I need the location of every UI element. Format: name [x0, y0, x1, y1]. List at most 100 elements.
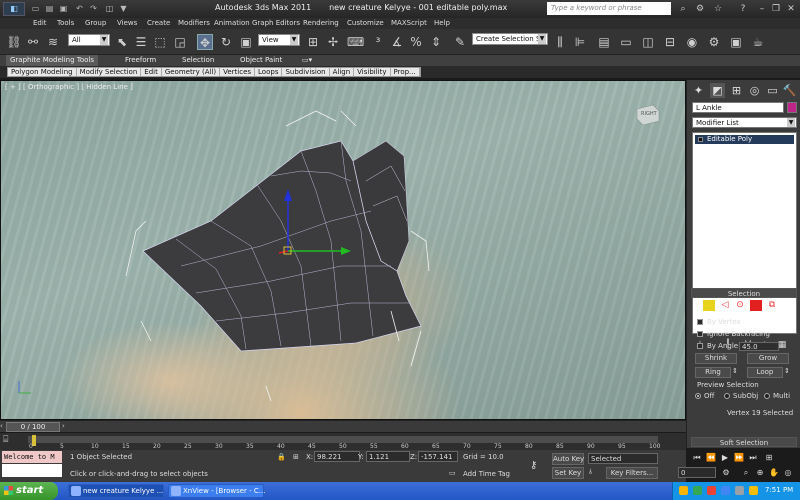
ring-button[interactable]: Ring [695, 367, 731, 378]
help-icon[interactable]: ? [737, 3, 749, 15]
volume-icon[interactable] [749, 486, 758, 495]
new-file-icon[interactable]: ▭ [30, 3, 41, 14]
display-tab-icon[interactable]: ▭ [765, 83, 780, 98]
app-menu-button[interactable]: ◧ [3, 2, 25, 16]
named-selection-edit-icon[interactable]: ✎ [452, 34, 468, 50]
keyboard-shortcut-icon[interactable]: ⌨ [347, 34, 364, 50]
modify-tab-icon[interactable]: ◩ [710, 83, 725, 98]
select-by-name-icon[interactable]: ☰ [133, 34, 149, 50]
stack-item-editable-poly[interactable]: Editable Poly [695, 135, 794, 144]
mini-curve-editor-icon[interactable]: ⌸ [3, 435, 17, 445]
menu-edit[interactable]: Edit [33, 19, 47, 27]
pivot-center-icon[interactable]: ⊞ [305, 34, 321, 50]
track-bar-strip[interactable] [28, 436, 658, 443]
panel-visibility[interactable]: Visibility [354, 68, 391, 76]
restore-icon[interactable]: ❐ [770, 3, 782, 15]
menu-group[interactable]: Group [85, 19, 106, 27]
open-file-icon[interactable]: ▤ [44, 3, 55, 14]
by-vertex-checkbox[interactable] [697, 319, 703, 325]
next-frame-arrow-icon[interactable]: › [62, 422, 70, 432]
go-to-end-icon[interactable]: ⏭ [747, 452, 759, 464]
select-object-icon[interactable]: ⬉ [114, 34, 130, 50]
key-filters-button[interactable]: Key Filters... [606, 467, 658, 479]
window-crossing-icon[interactable]: ◲ [172, 34, 188, 50]
element-mode-icon[interactable]: ⧉ [766, 300, 778, 311]
curve-editor-icon[interactable]: ◫ [640, 34, 656, 50]
z-coordinate-field[interactable]: -157.141 [418, 451, 458, 462]
taskbar-item-3dsmax[interactable]: new creature Kelyye ... [68, 484, 164, 498]
track-bar[interactable]: ⌸ 0 5 10 15 20 25 30 35 40 45 50 55 60 65 70 75 80 85 90 95… [0, 432, 686, 450]
utilities-tab-icon[interactable]: 🔨 [782, 83, 797, 98]
menu-graph-editors[interactable]: Graph Editors [252, 19, 300, 27]
polygon-mode-icon[interactable] [750, 300, 762, 311]
render-setup-icon[interactable]: ⚙ [706, 34, 722, 50]
time-tag-icon[interactable]: ▭ [449, 469, 456, 477]
create-tab-icon[interactable]: ✦ [691, 83, 706, 98]
x-coordinate-field[interactable]: 98.221 [314, 451, 360, 462]
expand-icon[interactable] [698, 137, 703, 142]
prev-key-icon[interactable]: ⏪ [705, 452, 717, 464]
menu-customize[interactable]: Customize [347, 19, 384, 27]
by-angle-spinner[interactable]: 45.0 [739, 342, 779, 351]
redo-icon[interactable]: ↷ [88, 3, 99, 14]
grow-button[interactable]: Grow [747, 353, 789, 364]
tray-icon[interactable] [721, 486, 730, 495]
snaps-toggle-icon[interactable]: ³ [370, 34, 386, 50]
bind-space-warp-icon[interactable]: ≋ [45, 34, 61, 50]
by-angle-checkbox[interactable] [697, 343, 703, 349]
motion-tab-icon[interactable]: ◎ [747, 83, 762, 98]
edge-mode-icon[interactable]: ◁ [719, 300, 731, 311]
undo-icon[interactable]: ↶ [74, 3, 85, 14]
preview-off-radio[interactable] [695, 393, 701, 399]
unlink-icon[interactable]: ⚯ [25, 34, 41, 50]
start-button[interactable]: start [0, 482, 58, 500]
preview-subobj-radio[interactable] [724, 393, 730, 399]
modifier-list-dropdown[interactable]: Modifier List ▼ [692, 117, 797, 128]
layer-manager-icon[interactable]: ▤ [596, 34, 612, 50]
taskbar-item-xnview[interactable]: XnView - [Browser - C... [168, 484, 265, 498]
maxscript-listener[interactable]: Welcome to M [2, 451, 62, 463]
selection-filter-dropdown[interactable]: All ▼ [68, 34, 110, 46]
project-folder-icon[interactable]: ▼ [118, 3, 129, 14]
named-selection-dropdown[interactable]: Create Selection Se ▼ [472, 33, 548, 45]
key-mode-dropdown[interactable]: Selected [588, 453, 658, 464]
scale-icon[interactable]: ▣ [238, 34, 254, 50]
menu-help[interactable]: Help [434, 19, 450, 27]
close-icon[interactable]: ✕ [785, 3, 797, 15]
time-slider-handle[interactable]: 0 / 100 [6, 422, 60, 432]
viewcube[interactable]: RIGHT [633, 103, 661, 127]
zoom-all-icon[interactable]: ⊕ [754, 467, 766, 479]
menu-views[interactable]: Views [117, 19, 137, 27]
tray-icon[interactable] [707, 486, 716, 495]
hold-icon[interactable]: ◫ [104, 3, 115, 14]
orbit-icon[interactable]: ◎ [782, 467, 794, 479]
panel-geometry-all[interactable]: Geometry (All) [162, 68, 221, 76]
current-frame-field[interactable]: 0 [678, 467, 716, 478]
select-manipulate-icon[interactable]: ✢ [325, 34, 341, 50]
tab-freeform[interactable]: Freeform [125, 56, 156, 64]
panel-loops[interactable]: Loops [255, 68, 283, 76]
render-production-icon[interactable]: ☕ [750, 34, 766, 50]
viewport-label[interactable]: [ + ] [ Orthographic ] [ Hidden Line ] [5, 83, 133, 91]
lock-selection-icon[interactable]: 🔒 [277, 453, 286, 461]
graphite-toggle-icon[interactable]: ▭ [618, 34, 634, 50]
menu-rendering[interactable]: Rendering [303, 19, 339, 27]
reference-coord-dropdown[interactable]: View ▼ [258, 34, 300, 46]
rendered-frame-icon[interactable]: ▣ [728, 34, 744, 50]
next-key-icon[interactable]: ⏩ [733, 452, 745, 464]
spinner-snap-icon[interactable]: ⇕ [428, 34, 444, 50]
set-key-button[interactable]: Set Key [552, 467, 584, 479]
soft-selection-rollout-header[interactable]: Soft Selection [691, 437, 797, 447]
menu-modifiers[interactable]: Modifiers [178, 19, 210, 27]
clock[interactable]: 7:51 PM [765, 486, 793, 494]
rect-selection-icon[interactable]: ⬚ [152, 34, 168, 50]
tray-icon[interactable] [735, 486, 744, 495]
panel-align[interactable]: Align [330, 68, 355, 76]
time-config-icon[interactable]: ⚙ [720, 467, 732, 479]
menu-create[interactable]: Create [147, 19, 170, 27]
panel-modify-selection[interactable]: Modify Selection [77, 68, 142, 76]
panel-polygon-modeling[interactable]: Polygon Modeling [8, 68, 77, 76]
tab-graphite-modeling-tools[interactable]: Graphite Modeling Tools [6, 55, 99, 66]
search-icon[interactable]: ⌕ [677, 3, 689, 15]
panel-subdivision[interactable]: Subdivision [282, 68, 330, 76]
